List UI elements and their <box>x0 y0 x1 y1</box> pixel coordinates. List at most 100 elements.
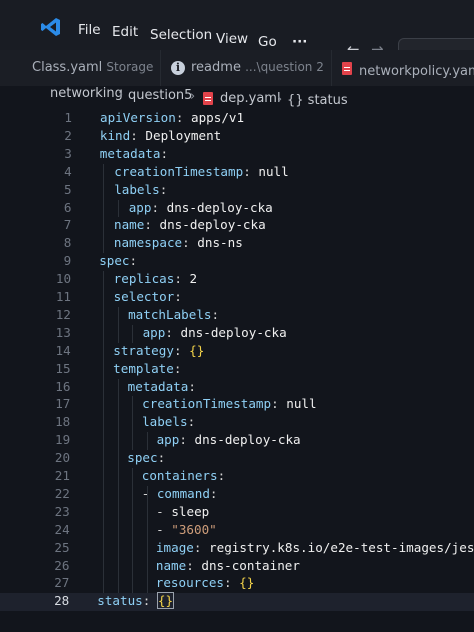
code-line[interactable]: 4 creationTimestamp: null <box>0 164 474 182</box>
menu-edit[interactable]: Edit <box>112 24 138 40</box>
code-line[interactable]: 2 kind: Deployment <box>0 128 474 146</box>
code-line[interactable]: 12 matchLabels: <box>0 307 474 325</box>
line-number: 23 <box>54 503 70 519</box>
code-line[interactable]: 26 name: dns-container <box>0 558 474 576</box>
yaml-value: dns-container <box>201 557 300 573</box>
yaml-colon: : <box>186 557 202 573</box>
menu-selection[interactable]: Selection <box>150 27 212 43</box>
line-content: labels: <box>114 182 167 197</box>
line-number: 24 <box>54 521 70 537</box>
code-line[interactable]: 10 replicas: 2 <box>0 271 474 289</box>
code-line[interactable]: 15 template: <box>0 361 474 379</box>
code-line[interactable]: 19 app: dns-deploy-cka <box>0 432 474 450</box>
list-dash: - <box>141 485 157 501</box>
line-content: matchLabels: <box>128 307 219 322</box>
code-line[interactable]: 20 spec: <box>0 450 474 468</box>
breadcrumb-folder-question5[interactable]: question5 <box>128 88 192 103</box>
yaml-value: sleep <box>171 503 210 519</box>
code-line[interactable]: 17 creationTimestamp: null <box>0 396 474 414</box>
line-number: 21 <box>54 468 70 483</box>
yaml-file-icon <box>342 62 352 75</box>
code-line[interactable]: 22 - command: <box>0 486 474 504</box>
tab-label: networkpolicy.yaml <box>359 64 474 79</box>
yaml-key: template <box>113 360 174 376</box>
list-dash: - <box>156 521 172 537</box>
code-line[interactable]: 16 metadata: <box>0 379 474 397</box>
yaml-value: "3600" <box>171 521 217 537</box>
yaml-colon: : <box>211 306 220 322</box>
line-number: 20 <box>54 450 71 466</box>
yaml-empty-object: {} <box>239 575 255 591</box>
menu-file[interactable]: File <box>78 22 101 38</box>
line-content: name: dns-container <box>156 558 300 573</box>
line-content: image: registry.k8s.io/e2e-test-images/j… <box>156 540 474 555</box>
vscode-logo-icon <box>41 18 60 36</box>
yaml-colon: : <box>224 575 240 591</box>
breadcrumb-symbol-status[interactable]: {} status <box>287 93 348 108</box>
code-line[interactable]: 11 selector: <box>0 289 474 307</box>
yaml-value: dns-deploy-cka <box>159 217 266 233</box>
line-number: 1 <box>64 110 72 125</box>
line-content: spec: <box>99 253 137 268</box>
line-number: 26 <box>54 557 70 573</box>
menu-more[interactable]: ··· <box>292 34 307 50</box>
tab-readme[interactable]: i readme ...\question 2 <box>161 50 332 86</box>
line-number: 14 <box>55 342 71 358</box>
yaml-value: dns-ns <box>197 235 243 251</box>
yaml-colon: : <box>175 110 191 125</box>
yaml-key: creationTimestamp <box>142 396 272 412</box>
code-editor[interactable]: 1 apiVersion: apps/v1 2 kind: Deployment 3 me… <box>0 110 474 632</box>
line-content: spec: <box>127 450 165 465</box>
line-content: metadata: <box>100 146 168 161</box>
code-line[interactable]: 28 status: {} <box>0 592 474 612</box>
code-line[interactable]: 23 - sleep <box>0 504 474 522</box>
code-line[interactable]: 18 labels: <box>0 414 474 432</box>
yaml-colon: : <box>173 342 190 358</box>
yaml-key: app <box>142 324 166 340</box>
code-line[interactable]: 5 labels: <box>0 182 474 200</box>
yaml-colon: : <box>165 324 181 340</box>
yaml-value: dns-deploy-cka <box>180 324 287 340</box>
code-line[interactable]: 27 resources: {} <box>0 575 474 593</box>
yaml-key: labels <box>142 414 188 430</box>
yaml-key: replicas <box>113 271 175 287</box>
yaml-colon: : <box>217 468 226 483</box>
line-number: 11 <box>55 289 71 304</box>
code-line[interactable]: 13 app: dns-deploy-cka <box>0 325 474 343</box>
yaml-key: matchLabels <box>128 306 212 322</box>
line-number: 6 <box>63 199 72 215</box>
yaml-colon: : <box>188 378 196 394</box>
code-line[interactable]: 24 - "3600" <box>0 522 474 540</box>
yaml-colon: : <box>142 593 158 609</box>
line-number: 16 <box>55 378 71 394</box>
line-content: template: <box>113 361 181 376</box>
code-line[interactable]: 6 app: dns-deploy-cka <box>0 200 474 218</box>
line-number: 19 <box>55 432 71 448</box>
code-line[interactable]: 1 apiVersion: apps/v1 <box>0 110 474 128</box>
breadcrumb-file-dep-yaml[interactable]: dep.yaml <box>220 91 281 106</box>
yaml-empty-object: {} <box>156 592 175 610</box>
code-line[interactable]: 25 image: registry.k8s.io/e2e-test-images… <box>0 540 474 558</box>
yaml-value: 2 <box>189 271 198 287</box>
code-line[interactable]: 9 spec: <box>0 253 474 271</box>
tab-description: ...\question 2 <box>245 60 324 74</box>
code-line[interactable]: 14 strategy: {} <box>0 343 474 361</box>
line-content: app: dns-deploy-cka <box>143 325 287 340</box>
code-line[interactable]: 3 metadata: <box>0 146 474 164</box>
yaml-key: creationTimestamp <box>114 163 244 179</box>
line-content: creationTimestamp: null <box>142 396 316 411</box>
tab-label: readme <box>191 60 241 75</box>
tab-networkpolicy-yaml[interactable]: networkpolicy.yaml M <box>332 50 474 86</box>
code-line[interactable]: 8 namespace: dns-ns <box>0 235 474 253</box>
yaml-value: apps/v1 <box>191 110 245 125</box>
code-line[interactable]: 21 containers: <box>0 468 474 486</box>
tab-class-yaml[interactable]: Class.yaml Storage <box>0 50 161 86</box>
yaml-key: metadata <box>99 145 161 161</box>
menu-go[interactable]: Go <box>258 34 277 50</box>
yaml-key: resources <box>155 575 224 591</box>
line-content: replicas: 2 <box>114 271 197 286</box>
code-line[interactable]: 7 name: dns-deploy-cka <box>0 217 474 235</box>
breadcrumb-folder-networking[interactable]: networking <box>50 86 123 101</box>
yaml-value: null <box>258 163 289 179</box>
menu-view[interactable]: View <box>216 31 248 47</box>
